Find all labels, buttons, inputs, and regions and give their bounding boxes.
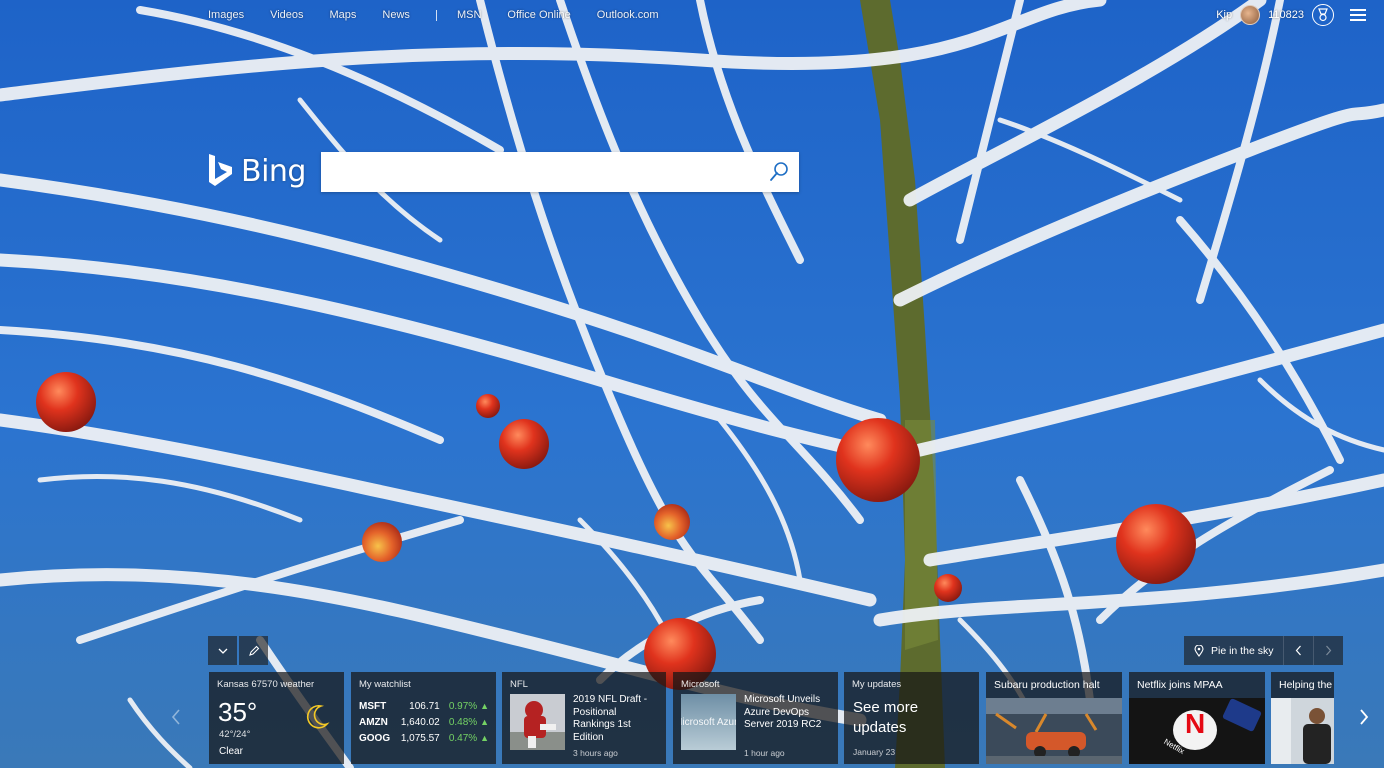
bing-wordmark: Bing: [241, 153, 306, 189]
nfl-news-card[interactable]: NFL 2019 NFL Draft - Positional Rankings…: [502, 672, 666, 764]
updates-card-title: My updates: [852, 679, 902, 690]
stock-price: 1,640.02: [400, 717, 440, 728]
stock-symbol: MSFT: [359, 701, 387, 712]
nav-outlook[interactable]: Outlook.com: [597, 9, 659, 21]
previous-image-button[interactable]: [1283, 636, 1313, 665]
nav-msn[interactable]: MSN: [457, 9, 481, 21]
chevron-left-icon: [171, 709, 180, 725]
see-more-updates-link[interactable]: See more updates: [853, 698, 943, 738]
watchlist-card-title: My watchlist: [359, 679, 411, 690]
helping-news-image: [1271, 698, 1334, 764]
stock-up-arrow-icon: ▲: [480, 733, 489, 743]
nav-maps[interactable]: Maps: [330, 9, 357, 21]
netflix-news-image: N Netflix: [1129, 698, 1265, 764]
subaru-card-title: Subaru production halt: [994, 679, 1100, 691]
stock-up-arrow-icon: ▲: [480, 701, 489, 711]
rewards-medal-icon[interactable]: [1312, 4, 1334, 26]
customize-feed-button[interactable]: [239, 636, 268, 665]
pencil-icon: [248, 645, 259, 656]
netflix-news-card[interactable]: Netflix joins MPAA N Netflix: [1129, 672, 1265, 764]
account-area: Kip 110823: [1216, 3, 1366, 27]
nav-images[interactable]: Images: [208, 9, 244, 21]
username[interactable]: Kip: [1216, 9, 1232, 21]
search-box: [321, 152, 799, 192]
top-nav: Images Videos Maps News MSN Office Onlin…: [208, 6, 685, 24]
netflix-card-title: Netflix joins MPAA: [1137, 679, 1223, 691]
stock-symbol: AMZN: [359, 717, 388, 728]
nav-office-online[interactable]: Office Online: [507, 9, 570, 21]
microsoft-timestamp: 1 hour ago: [744, 748, 785, 758]
nav-news[interactable]: News: [382, 9, 410, 21]
stock-change: 0.97%: [448, 701, 478, 712]
chevron-right-icon: [1360, 709, 1369, 725]
microsoft-news-thumbnail: Microsoft Azure: [681, 694, 736, 750]
nav-divider: [435, 9, 437, 21]
image-info-bar: Pie in the sky: [1184, 636, 1344, 665]
weather-condition: Clear: [219, 746, 243, 757]
subaru-news-card[interactable]: Subaru production halt: [986, 672, 1122, 764]
crescent-moon-icon: [306, 704, 330, 729]
helping-news-card[interactable]: Helping the f: [1271, 672, 1334, 764]
stock-up-arrow-icon: ▲: [480, 717, 489, 727]
weather-temperature: 35°: [218, 697, 258, 727]
stock-row: GOOG 1,075.57 0.47% ▲: [359, 733, 489, 744]
watchlist-card[interactable]: My watchlist MSFT 106.71 0.97% ▲ AMZN 1,…: [351, 672, 496, 764]
nfl-card-title: NFL: [510, 679, 528, 690]
weather-high-low: 42°/24°: [219, 729, 251, 740]
stock-change: 0.47%: [448, 733, 478, 744]
stock-change: 0.48%: [448, 717, 478, 728]
image-location-button[interactable]: Pie in the sky: [1184, 636, 1283, 665]
nav-videos[interactable]: Videos: [270, 9, 303, 21]
microsoft-thumbnail-text: Microsoft Azure: [681, 716, 736, 728]
helping-card-title: Helping the f: [1279, 679, 1334, 691]
location-pin-icon: [1194, 644, 1204, 657]
stock-price: 1,075.57: [400, 733, 440, 744]
microsoft-headline: Microsoft Unveils Azure DevOps Server 20…: [744, 694, 822, 730]
stock-symbol: GOOG: [359, 733, 391, 744]
stock-price: 106.71: [409, 701, 440, 712]
chevron-left-icon: [1296, 645, 1302, 656]
hamburger-menu-icon[interactable]: [1350, 9, 1366, 21]
microsoft-news-card[interactable]: Microsoft Microsoft Azure Microsoft Unve…: [673, 672, 838, 764]
bing-b-icon: [209, 154, 232, 186]
nfl-headline: 2019 NFL Draft - Positional Rankings 1st…: [573, 694, 648, 743]
netflix-logo-letter: N: [1185, 708, 1206, 739]
collapse-feed-button[interactable]: [208, 636, 237, 665]
stock-row: AMZN 1,640.02 0.48% ▲: [359, 717, 489, 728]
chevron-down-icon: [218, 648, 227, 654]
microsoft-card-title: Microsoft: [681, 679, 720, 690]
feed-scroll-left-button[interactable]: [166, 702, 186, 732]
my-updates-card[interactable]: My updates See more updates January 23: [844, 672, 979, 764]
bing-logo[interactable]: Bing: [207, 153, 306, 189]
chevron-right-icon: [1326, 645, 1332, 656]
search-icon[interactable]: [767, 160, 791, 184]
updates-date: January 23: [853, 747, 896, 757]
image-location-label: Pie in the sky: [1211, 644, 1274, 657]
nfl-news-thumbnail: [510, 694, 565, 750]
search-input[interactable]: [321, 152, 751, 192]
feed-scroll-right-button[interactable]: [1354, 702, 1374, 732]
avatar[interactable]: [1240, 5, 1261, 25]
stock-row: MSFT 106.71 0.97% ▲: [359, 701, 489, 712]
next-image-button[interactable]: [1313, 636, 1343, 665]
subaru-news-image: [986, 698, 1122, 764]
weather-card-title: Kansas 67570 weather: [217, 679, 315, 690]
rewards-points[interactable]: 110823: [1268, 9, 1304, 21]
nfl-timestamp: 3 hours ago: [573, 748, 618, 758]
weather-card[interactable]: Kansas 67570 weather 35° 42°/24° Clear: [209, 672, 344, 764]
